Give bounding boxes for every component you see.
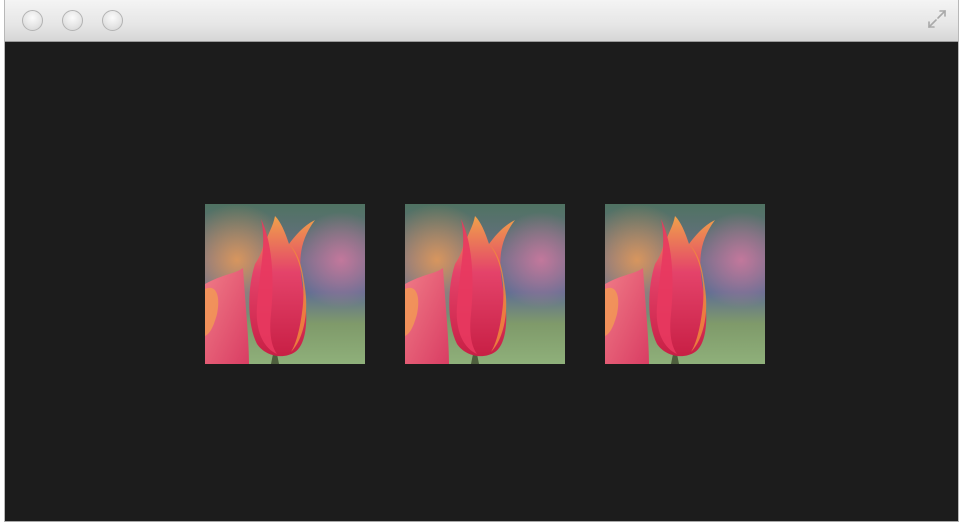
app-window	[4, 0, 959, 522]
tulip-image[interactable]	[605, 204, 765, 364]
close-icon[interactable]	[22, 10, 43, 31]
title-bar[interactable]	[5, 0, 958, 42]
zoom-icon[interactable]	[102, 10, 123, 31]
image-gallery	[5, 42, 958, 521]
fullscreen-icon[interactable]	[926, 8, 948, 30]
tulip-image[interactable]	[405, 204, 565, 364]
tulip-image[interactable]	[205, 204, 365, 364]
minimize-icon[interactable]	[62, 10, 83, 31]
